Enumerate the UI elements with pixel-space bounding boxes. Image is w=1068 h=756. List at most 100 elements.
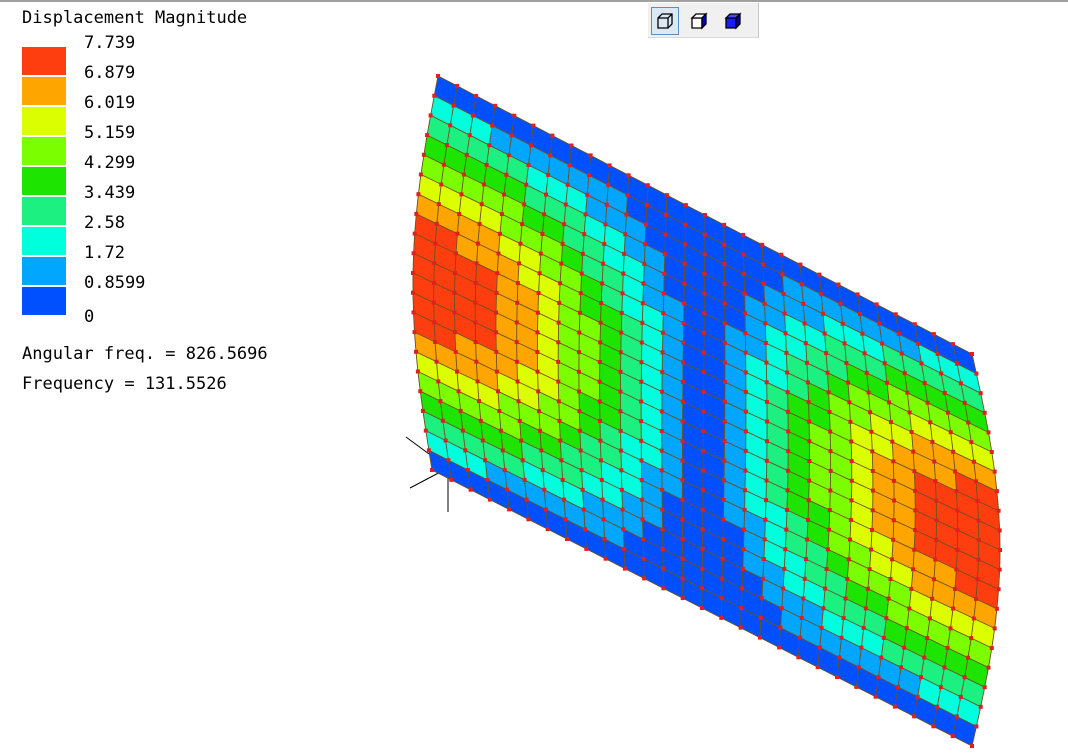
mesh-node xyxy=(619,310,624,315)
mesh-node xyxy=(639,379,644,384)
mesh-node xyxy=(743,331,748,336)
mesh-node xyxy=(867,567,872,572)
mesh-node xyxy=(562,222,567,227)
mesh-node xyxy=(913,508,918,513)
mesh-node xyxy=(827,410,832,414)
solid-view-button[interactable] xyxy=(719,7,747,35)
mesh-node xyxy=(639,340,644,345)
mesh-node xyxy=(430,468,434,472)
wireframe-view-button[interactable] xyxy=(651,7,679,35)
mesh-node xyxy=(989,646,994,650)
mesh-node xyxy=(866,390,871,395)
mesh-node xyxy=(962,400,967,405)
mesh-node xyxy=(741,232,746,237)
mesh-node xyxy=(680,537,685,542)
mesh-node xyxy=(423,428,428,433)
mesh-node xyxy=(542,212,547,217)
mesh-node xyxy=(877,322,882,326)
mesh-node xyxy=(863,606,868,611)
legend-swatch xyxy=(22,227,66,255)
mesh-node xyxy=(761,262,765,267)
legend-swatch xyxy=(22,287,66,315)
mesh-node xyxy=(642,261,647,266)
mesh-node xyxy=(583,527,587,532)
mesh-node xyxy=(556,399,561,404)
mesh-node xyxy=(524,182,529,187)
mesh-node xyxy=(520,222,525,227)
legend-tick: 5.159 xyxy=(84,123,136,143)
mesh-node xyxy=(683,222,688,227)
mesh-node xyxy=(743,390,748,394)
mesh-node xyxy=(618,389,623,394)
mesh-node xyxy=(411,290,415,295)
mesh-node xyxy=(618,369,623,374)
mesh-node xyxy=(700,488,705,493)
hidden-line-view-button[interactable] xyxy=(685,7,713,35)
mesh-node xyxy=(986,430,991,435)
mesh-node xyxy=(414,211,419,216)
mesh-node xyxy=(874,302,879,307)
mesh-node xyxy=(760,576,765,581)
mesh-node xyxy=(517,418,522,423)
mesh-node xyxy=(565,182,570,187)
mesh-node xyxy=(517,261,521,266)
mesh-node xyxy=(934,498,939,503)
mesh-node xyxy=(720,556,725,561)
mesh-node xyxy=(886,596,891,601)
mesh-node xyxy=(803,341,808,346)
mesh-node xyxy=(765,439,769,444)
mesh-node xyxy=(828,449,833,454)
legend-tick: 2.58 xyxy=(84,213,125,233)
mesh-node xyxy=(945,410,950,415)
legend-swatch xyxy=(22,107,66,135)
mesh-node xyxy=(515,300,520,305)
mesh-node xyxy=(994,489,999,494)
mesh-node xyxy=(806,517,810,522)
mesh-node xyxy=(479,202,484,207)
mesh-node xyxy=(846,557,851,562)
mesh-node xyxy=(779,252,784,257)
mesh-node xyxy=(934,537,939,542)
mesh-node xyxy=(494,310,498,315)
mesh-node xyxy=(817,645,822,650)
mesh-node xyxy=(931,724,936,729)
mesh-node xyxy=(601,261,606,266)
legend-swatch xyxy=(22,77,66,105)
mesh-node xyxy=(434,221,439,226)
mesh-node xyxy=(440,418,445,423)
mesh-node xyxy=(661,586,666,591)
mesh-node xyxy=(743,448,748,453)
mesh-node xyxy=(896,685,900,689)
mesh-node xyxy=(680,576,685,581)
mesh-node xyxy=(720,576,725,581)
mesh-node xyxy=(765,399,769,404)
mesh-node xyxy=(838,302,843,307)
mesh-node xyxy=(578,448,583,453)
mesh-node xyxy=(512,113,517,118)
mesh-node xyxy=(535,310,540,315)
mesh-node xyxy=(974,371,979,376)
mesh-node xyxy=(449,477,454,482)
mesh-node xyxy=(721,517,726,522)
mesh-node xyxy=(515,379,520,384)
mesh-node xyxy=(763,517,768,522)
mesh-node xyxy=(507,507,512,512)
mesh-node xyxy=(579,468,584,473)
mesh-node xyxy=(779,606,784,611)
mesh-node xyxy=(516,399,521,404)
legend-tick: 6.879 xyxy=(84,63,136,83)
mesh-node xyxy=(826,390,831,395)
mesh-node xyxy=(412,330,417,335)
mesh-node xyxy=(642,576,647,581)
mesh-node xyxy=(821,311,825,316)
mesh-node xyxy=(907,606,912,611)
mesh-node xyxy=(662,271,667,276)
mesh-node xyxy=(577,428,582,433)
mesh-node xyxy=(922,655,927,660)
mesh-node xyxy=(935,704,940,709)
mesh-node xyxy=(700,586,705,591)
mesh-node xyxy=(700,566,705,571)
mesh-node xyxy=(433,241,438,246)
mesh-node xyxy=(603,556,608,561)
mesh-node xyxy=(785,370,790,375)
